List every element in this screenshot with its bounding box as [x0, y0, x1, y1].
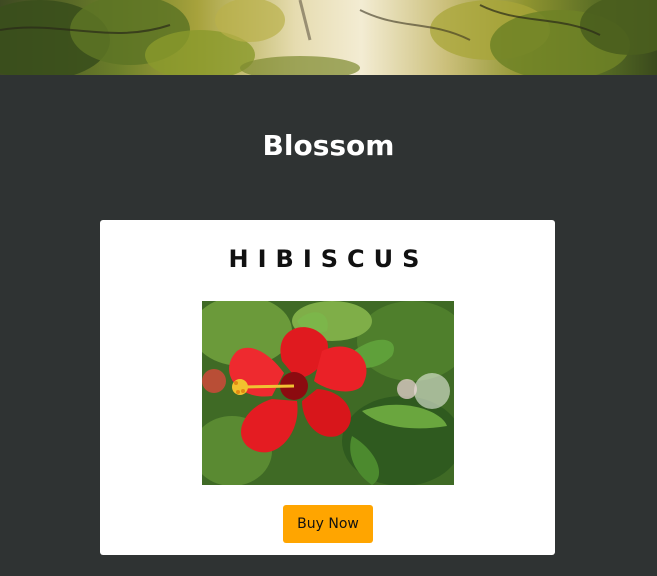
- buy-now-button[interactable]: Buy Now: [283, 505, 373, 543]
- page-title: Blossom: [262, 129, 395, 162]
- hibiscus-image: [202, 301, 454, 485]
- product-name: HIBISCUS: [228, 245, 429, 273]
- forest-banner-image: [0, 0, 657, 75]
